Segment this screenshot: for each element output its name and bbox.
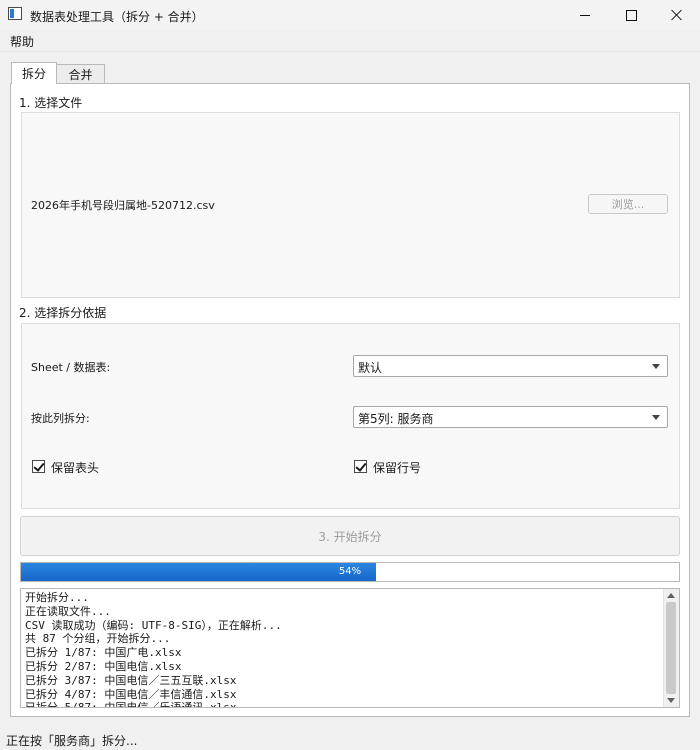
log-line: CSV 读取成功（编码: UTF-8-SIG），正在解析... bbox=[25, 618, 282, 632]
keep-rownum-checkbox[interactable] bbox=[354, 460, 367, 473]
close-button[interactable] bbox=[654, 0, 700, 30]
keep-rownum-label: 保留行号 bbox=[373, 461, 422, 475]
maximize-icon bbox=[625, 9, 637, 21]
progress-bar: 54% bbox=[20, 562, 680, 582]
section-split-basis-label: 2. 选择拆分依据 bbox=[19, 306, 107, 320]
log-line: 开始拆分... bbox=[25, 591, 89, 604]
log-line: 已拆分 3/87: 中国电信／三五互联.xlsx bbox=[25, 673, 237, 687]
section-select-file-label: 1. 选择文件 bbox=[19, 96, 83, 110]
log-output[interactable]: 开始拆分... 正在读取文件... CSV 读取成功（编码: UTF-8-SIG），… bbox=[20, 588, 680, 708]
title-bar: 数据表处理工具（拆分 + 合并） bbox=[0, 0, 700, 30]
maximize-button[interactable] bbox=[608, 0, 654, 30]
split-column-label: 按此列拆分: bbox=[31, 412, 90, 425]
minimize-button[interactable] bbox=[562, 0, 608, 30]
menu-bar: 帮助 bbox=[0, 30, 700, 52]
selected-file-name: 2026年手机号段归属地-520712.csv bbox=[31, 199, 215, 212]
sheet-select-value: 默认 bbox=[358, 361, 383, 375]
minimize-icon bbox=[580, 14, 590, 16]
log-lines: 开始拆分... 正在读取文件... CSV 读取成功（编码: UTF-8-SIG），… bbox=[25, 591, 661, 708]
log-line: 已拆分 1/87: 中国广电.xlsx bbox=[25, 646, 182, 660]
log-line: 已拆分 4/87: 中国电信／丰信通信.xlsx bbox=[25, 687, 237, 701]
log-line: 正在读取文件... bbox=[25, 604, 111, 618]
scroll-up-icon[interactable] bbox=[667, 593, 675, 598]
window-title: 数据表处理工具（拆分 + 合并） bbox=[30, 10, 204, 24]
browse-button[interactable]: 浏览... bbox=[588, 194, 668, 214]
progress-text: 54% bbox=[338, 566, 362, 577]
start-split-button[interactable]: 3. 开始拆分 bbox=[20, 516, 680, 556]
status-text: 正在按「服务商」拆分... bbox=[6, 734, 138, 748]
tab-split[interactable]: 拆分 bbox=[11, 62, 57, 84]
keep-header-label: 保留表头 bbox=[51, 461, 100, 475]
log-scrollbar[interactable] bbox=[663, 589, 679, 707]
log-line: 已拆分 2/87: 中国电信.xlsx bbox=[25, 659, 182, 673]
status-bar: 正在按「服务商」拆分... bbox=[0, 728, 700, 750]
log-line: 共 87 个分组，开始拆分... bbox=[25, 632, 171, 646]
menu-help[interactable]: 帮助 bbox=[10, 33, 34, 50]
chevron-down-icon bbox=[652, 364, 660, 369]
close-icon bbox=[671, 9, 683, 21]
sheet-select[interactable]: 默认 bbox=[353, 355, 668, 377]
app-icon bbox=[8, 7, 22, 20]
split-column-select[interactable]: 第5列: 服务商 bbox=[353, 406, 668, 428]
keep-header-checkbox[interactable] bbox=[32, 460, 45, 473]
chevron-down-icon bbox=[652, 415, 660, 420]
scroll-down-icon[interactable] bbox=[667, 698, 675, 703]
sheet-label: Sheet / 数据表: bbox=[31, 361, 111, 374]
scroll-thumb[interactable] bbox=[666, 602, 676, 694]
log-line: 已拆分 5/87: 中国电信／乐语通讯.xlsx bbox=[25, 701, 237, 708]
tab-merge[interactable]: 合并 bbox=[57, 64, 105, 84]
split-column-select-value: 第5列: 服务商 bbox=[358, 412, 434, 426]
